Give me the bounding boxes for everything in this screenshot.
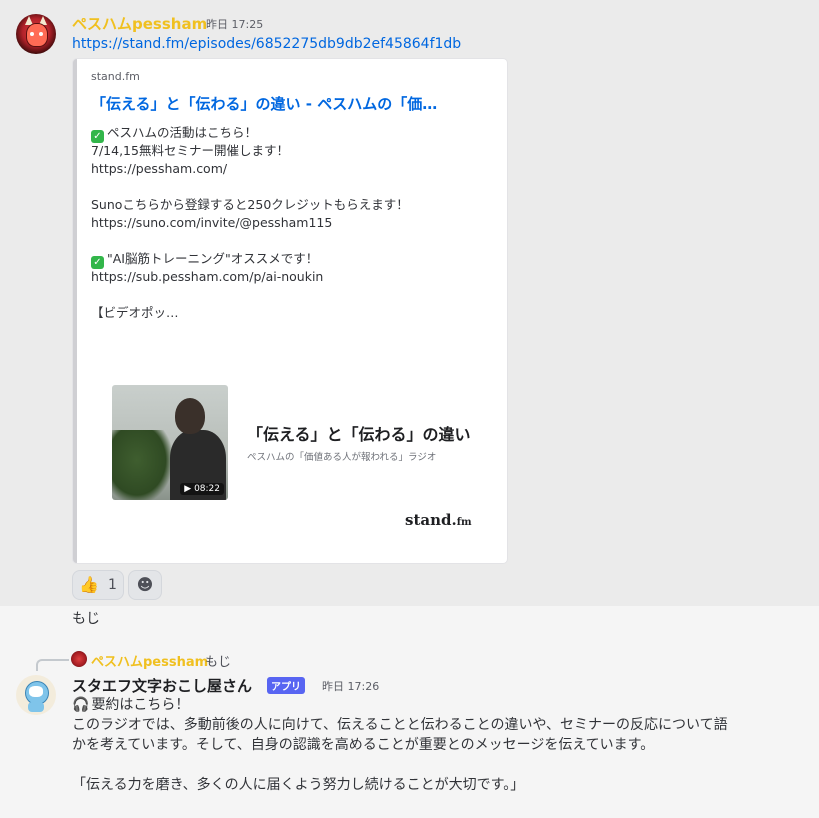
message-line: このラジオでは、多動前後の人に向けて、伝えることと伝わることの違いや、セミナーの… [72, 717, 728, 733]
thumbnail-subheading: ペスハムの「価値ある人が報われる」ラジオ [247, 452, 437, 463]
avatar-eye-right [39, 32, 43, 36]
desc-line [91, 232, 491, 250]
desc-line: ✓ ペスハムの活動はこちら！ [91, 124, 491, 143]
bot-body [28, 702, 44, 712]
bot-avatar[interactable] [16, 675, 56, 715]
reply-text[interactable]: もじ [205, 651, 231, 670]
user-avatar[interactable] [16, 14, 56, 54]
link-embed: stand.fm 「伝える」と「伝わる」の違い - ペスハムの「価… ✓ ペスハム… [73, 59, 507, 563]
thumbnail-heading: 「伝える」と「伝わる」の違い [247, 425, 471, 444]
embed-thumbnail[interactable]: ▶ 08:22 「伝える」と「伝わる」の違い ペスハムの「価値ある人が報われる」… [107, 365, 499, 545]
avatar-face [26, 23, 48, 47]
message-link[interactable]: https://stand.fm/episodes/6852275db9db2e… [72, 36, 461, 52]
desc-link[interactable]: https://suno.com/invite/@pessham115 [91, 214, 491, 232]
desc-link[interactable]: https://pessham.com/ [91, 160, 491, 178]
avatar-eye-left [30, 32, 34, 36]
episode-photo[interactable]: ▶ 08:22 [112, 385, 228, 500]
smile-plus-icon: ☻ [136, 575, 154, 594]
reply-username[interactable]: ペスハムpessham [91, 651, 208, 670]
reply-avatar[interactable] [71, 651, 87, 667]
bot-username[interactable]: スタエフ文字おこし屋さん [72, 675, 252, 696]
reaction-thumbs-up[interactable]: 👍 1 [72, 570, 124, 600]
desc-line: 【ビデオポッ… [91, 305, 179, 320]
message-line: 「伝える力を磨き、多くの人に届くよう努力し続けることが大切です。」 [72, 777, 525, 793]
headphones-icon: 🎧 [72, 697, 90, 713]
embed-provider[interactable]: stand.fm [91, 70, 140, 83]
photo-tree [112, 430, 174, 500]
username[interactable]: ペスハムpessham [72, 13, 207, 34]
desc-line: Sunoこちらから登録すると250クレジットもらえます！ [91, 197, 409, 212]
desc-link[interactable]: https://sub.pessham.com/p/ai-noukin [91, 268, 491, 286]
reply-connector [36, 659, 69, 671]
message-line: 🎧 要約はこちら！ [72, 697, 190, 713]
app-badge: アプリ [267, 677, 305, 694]
standfm-logo: stand.fm [405, 511, 472, 529]
message-container-1: ペスハムpessham 昨日 17:25 https://stand.fm/ep… [0, 0, 819, 606]
reaction-count: 1 [108, 577, 117, 593]
embed-title[interactable]: 「伝える」と「伝わる」の違い - ペスハムの「価… [91, 93, 437, 114]
add-reaction-button[interactable]: ☻ [128, 570, 162, 600]
timestamp[interactable]: 昨日 17:26 [322, 678, 379, 694]
message-text: もじ [72, 611, 100, 627]
bot-message-body: 🎧 要約はこちら！ このラジオでは、多動前後の人に向けて、伝えることと伝わることの… [72, 695, 819, 795]
thumbs-up-icon: 👍 [79, 575, 99, 594]
embed-description: ✓ ペスハムの活動はこちら！ 7/14,15無料セミナー開催します！ https:… [91, 124, 491, 322]
timestamp[interactable]: 昨日 17:25 [206, 16, 263, 32]
desc-line: 7/14,15無料セミナー開催します！ [91, 143, 289, 158]
message-line [72, 755, 819, 775]
desc-line: ✓ "AI脳筋トレーニング"オススメです！ [91, 250, 491, 269]
desc-line [91, 178, 491, 196]
photo-person-head [175, 398, 205, 434]
message-line: かを考えています。そして、自身の認識を高めることが重要とのメッセージを伝えていま… [72, 737, 655, 753]
duration-badge: ▶ 08:22 [180, 483, 224, 495]
desc-line [91, 286, 491, 304]
bot-face [29, 686, 43, 697]
